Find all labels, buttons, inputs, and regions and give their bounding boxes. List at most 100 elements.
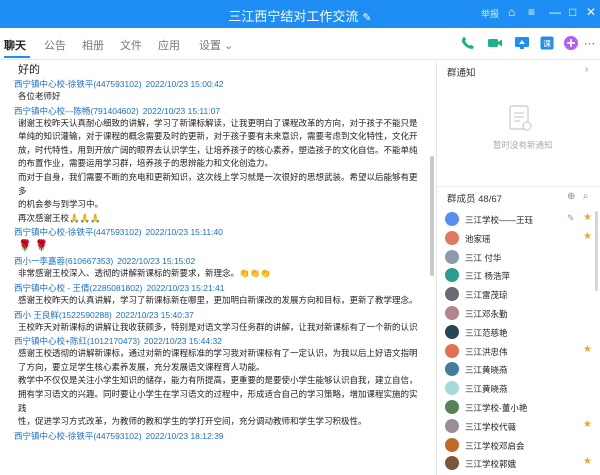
tab-album[interactable]: 相册 (82, 37, 104, 53)
close-icon[interactable]: ✕ (586, 5, 596, 19)
sender-name[interactable]: 西小 王良鲜(1522590288) (14, 310, 112, 320)
minimize-icon[interactable]: — (549, 5, 561, 19)
chevron-right-icon[interactable]: › (585, 64, 588, 75)
screen-share-icon[interactable] (514, 35, 530, 51)
avatar[interactable] (445, 456, 459, 471)
admin-star-icon: ★ (583, 230, 592, 242)
message-sender[interactable]: 西小一李嘉蓉(610667353) 2022/10/23 15:15:02 (14, 255, 422, 267)
active-tab-indicator (4, 56, 30, 58)
sender-name[interactable]: 西宁镇中心校-徐铁平(447593102) (14, 227, 142, 237)
member-list-scrollbar[interactable] (595, 211, 598, 291)
sender-name[interactable]: 西宁镇中心校 - 王倩(2285081802) (14, 283, 143, 293)
avatar[interactable] (445, 418, 459, 433)
admin-star-icon: ★ (583, 343, 592, 355)
sender-name[interactable]: 西宁镇中心校-徐铁平(447593102) (14, 79, 142, 89)
chat-scrollbar-thumb[interactable] (430, 156, 434, 276)
message-time: 2022/10/23 15:15:02 (117, 256, 196, 267)
sender-name[interactable]: 西宁镇中心校---陈畅(791404602) (14, 106, 139, 116)
avatar[interactable] (445, 287, 459, 302)
member-item[interactable]: 三江 杨浩萍 (445, 267, 595, 284)
avatar[interactable] (445, 362, 459, 377)
chat-message: 西宁镇中心校-徐铁平(447593102) 2022/10/23 15:11:40… (14, 226, 422, 254)
member-item[interactable]: 三江学校郭娥 ★ (445, 455, 595, 472)
tab-chat[interactable]: 聊天 (4, 37, 26, 53)
member-name: 三江黄晓燕 (465, 384, 508, 395)
message-text: 了方向，要立足学生核心素养发展，充分发展语文课程育人功能。 (18, 361, 265, 372)
menu-icon[interactable]: ≡ (528, 5, 535, 19)
phone-icon[interactable] (460, 35, 476, 51)
member-item[interactable]: 三江学校——王珏 ✎ ★ (445, 211, 595, 228)
admin-star-icon: ★ (583, 456, 592, 468)
tab-bar: 聊天 公告 相册 文件 应用 设置 ⌄ 课 ⋯ (0, 28, 600, 60)
avatar[interactable] (445, 324, 459, 339)
member-item[interactable]: 三江学校邓启会 (445, 437, 595, 454)
window-title-text: 三江西宁结对工作交流 (228, 9, 359, 24)
member-item[interactable]: 三江黄晓燕 (445, 361, 595, 378)
avatar[interactable] (445, 381, 459, 396)
message-emoji: 🌹 🌹 (18, 240, 49, 253)
member-item[interactable]: 三江学校代薇 ★ (445, 418, 595, 435)
message-text: 性，促进学习方式改革，为教师的教和学生的学打开空间，充分调动教师和学生学习积极性… (18, 416, 367, 427)
member-manage-icon[interactable]: ⊕ (567, 191, 575, 202)
tab-announcement[interactable]: 公告 (44, 37, 66, 53)
message-sender[interactable]: 西宁镇中心校-徐铁平(447593102) 2022/10/23 15:00:42 (14, 78, 422, 90)
message-time: 2022/10/23 15:40:37 (115, 309, 194, 320)
chat-message: 西宁镇中心校 - 王倩(2285081802) 2022/10/23 15:21:… (14, 282, 422, 308)
more-icon[interactable]: ⋯ (584, 37, 595, 50)
message-text: 各位老师好 (18, 91, 61, 101)
tab-settings[interactable]: 设置 ⌄ (199, 37, 233, 53)
member-item[interactable]: 三江 付华 (445, 249, 595, 266)
message-text: 感谢王校透彻的讲解新课标，通过对新的课程标准的学习我对新课标有了一定认识，为我以… (18, 348, 418, 359)
edit-icon[interactable]: ✎ (567, 213, 575, 224)
chat-message: 西宁镇中心校---陈畅(791404602) 2022/10/23 15:11:0… (14, 105, 422, 226)
sender-name[interactable]: 西宁镇中心校+陈红(1012170473) (14, 336, 140, 346)
homework-icon[interactable]: 课 (539, 35, 555, 51)
search-icon[interactable]: ⌕ (583, 191, 589, 202)
report-link[interactable]: 举报 (481, 7, 499, 20)
message-sender[interactable]: 西宁镇中心校---陈畅(791404602) 2022/10/23 15:11:0… (14, 105, 422, 117)
video-icon[interactable] (487, 35, 503, 51)
message-text: 非常感谢王校深入、透彻的讲解新课标的新要求，新理念。👏👏👏 (18, 268, 271, 279)
avatar[interactable] (445, 268, 459, 283)
member-item[interactable]: 三江学校-董小艳 (445, 399, 595, 416)
notice-title: 群通知 (447, 68, 476, 79)
member-item[interactable]: 三江邓永勤 (445, 305, 595, 322)
sender-name[interactable]: 西小一李嘉蓉(610667353) (14, 256, 113, 266)
message-text: 的机会参与到学习中。 (18, 199, 104, 210)
tab-settings-label: 设置 (199, 40, 221, 52)
avatar[interactable] (445, 306, 459, 320)
add-icon[interactable] (563, 35, 579, 51)
message-text: 感谢王校昨天的认真讲解，学习了新课标新在哪里，更加明白新课改的发展方向和目标，更… (18, 294, 418, 305)
member-name: 三江范慈艳 (465, 327, 508, 338)
avatar[interactable] (445, 212, 459, 226)
message-sender[interactable]: 西小 王良鲜(1522590288) 2022/10/23 15:40:37 (14, 309, 422, 321)
avatar[interactable] (445, 437, 459, 452)
maximize-icon[interactable]: □ (569, 5, 576, 19)
avatar[interactable] (445, 400, 459, 414)
message-sender[interactable]: 西宁镇中心校-徐铁平(447593102) 2022/10/23 15:11:40 (14, 226, 422, 238)
member-item[interactable]: 三江黄晓燕 (445, 380, 595, 397)
message-sender[interactable]: 西宁镇中心校+陈红(1012170473) 2022/10/23 15:44:32 (14, 335, 422, 347)
avatar[interactable] (445, 249, 459, 264)
sender-name[interactable]: 西宁镇中心校-徐铁平(447593102) (14, 431, 142, 441)
avatar[interactable] (445, 343, 459, 358)
chat-message: 西小一李嘉蓉(610667353) 2022/10/23 15:15:02 非常感谢… (14, 255, 422, 281)
chat-message-area: 好的 西宁镇中心校-徐铁平(447593102) 2022/10/23 15:00… (0, 61, 436, 475)
message-sender[interactable]: 西宁镇中心校 - 王倩(2285081802) 2022/10/23 15:21:… (14, 282, 422, 294)
avatar[interactable] (445, 230, 459, 245)
message-text: 拥有学习语文的兴趣。同时要让小学生在学习语文的过程中，形成适合自己的学习策略，增… (18, 388, 418, 413)
message-time: 2022/10/23 15:44:32 (143, 336, 222, 347)
tab-apps[interactable]: 应用 (158, 37, 180, 53)
message-time: 2022/10/23 15:11:07 (142, 105, 221, 116)
member-item[interactable]: 三江雷茂琼 (445, 286, 595, 303)
edit-icon[interactable]: ✎ (362, 11, 371, 24)
member-item[interactable]: 三江洪忠伟 ★ (445, 343, 595, 360)
tab-files[interactable]: 文件 (120, 37, 142, 53)
message-text: 再次感谢王校🙏🙏🙏 (18, 212, 101, 223)
chevron-down-icon: ⌄ (224, 40, 234, 52)
member-name: 三江洪忠伟 (465, 346, 508, 357)
message-sender[interactable]: 西宁镇中心校-徐铁平(447593102) 2022/10/23 18:12:39 (14, 430, 422, 442)
member-item[interactable]: 三江范慈艳 (445, 324, 595, 341)
shirt-icon[interactable]: ⌂ (508, 5, 515, 19)
member-item[interactable]: 池家瑶 ★ (445, 230, 595, 247)
